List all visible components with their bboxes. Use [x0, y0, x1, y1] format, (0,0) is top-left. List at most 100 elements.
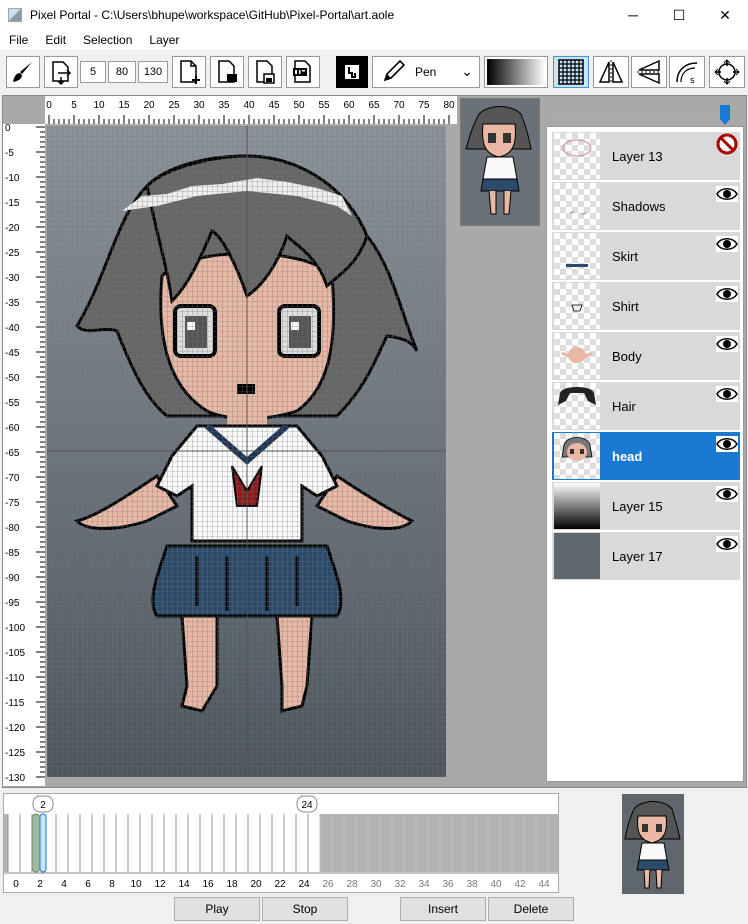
delete-frame-button[interactable]: Delete — [488, 897, 574, 921]
layer-name: Layer 17 — [612, 549, 663, 564]
layer-opacity-slider[interactable] — [556, 104, 736, 126]
frame-label: 0 — [13, 879, 19, 890]
mirror-vertical-button[interactable] — [593, 56, 629, 88]
menu-file[interactable]: File — [0, 33, 36, 47]
ruler-v-label: -95 — [5, 598, 20, 609]
canvas-height-input[interactable]: 130 — [138, 61, 168, 83]
eye-icon[interactable] — [716, 334, 738, 354]
ruler-h-label: 50 — [293, 100, 305, 111]
ruler-v-label: -85 — [5, 548, 20, 559]
keyframe-marker[interactable] — [31, 813, 41, 873]
frame-label: 10 — [130, 879, 142, 890]
center-button[interactable] — [709, 56, 745, 88]
layer-row[interactable]: Shadows — [552, 182, 740, 230]
save-icon — [256, 60, 275, 84]
stop-button[interactable]: Stop — [262, 897, 348, 921]
frame-label: 2 — [37, 879, 43, 890]
layer-thumbnail — [554, 333, 600, 379]
ruler-v-label: -20 — [5, 223, 20, 234]
frame-label: 6 — [85, 879, 91, 890]
ruler-v-label: -55 — [5, 398, 20, 409]
menu-layer[interactable]: Layer — [140, 33, 187, 47]
close-button[interactable]: ✕ — [702, 0, 748, 30]
eye-icon[interactable] — [716, 434, 738, 454]
layer-name: Layer 15 — [612, 499, 663, 514]
ruler-v-label: -70 — [5, 473, 20, 484]
layer-row[interactable]: Hair — [552, 382, 740, 430]
canvas-width-input[interactable]: 80 — [108, 61, 136, 83]
minimize-button[interactable]: ─ — [610, 0, 656, 30]
frame-label: 12 — [154, 879, 166, 890]
layer-row[interactable]: Layer 17 — [552, 532, 740, 580]
open-file-button[interactable] — [210, 56, 244, 88]
frame-label: 24 — [298, 879, 310, 890]
brush-size-input[interactable]: 5 — [80, 61, 106, 83]
frame-label: 38 — [466, 879, 478, 890]
frame-label: 44 — [538, 879, 550, 890]
brush-tool-button[interactable] — [6, 56, 40, 88]
eye-icon[interactable] — [716, 484, 738, 504]
current-frame-marker[interactable]: 2 — [32, 795, 54, 813]
layer-row[interactable]: Body — [552, 332, 740, 380]
ruler-v-label: -35 — [5, 298, 20, 309]
ruler-v-label: -125 — [5, 748, 25, 759]
eye-icon[interactable] — [716, 234, 738, 254]
ruler-v-label: -30 — [5, 273, 20, 284]
end-frame-marker[interactable]: 24 — [296, 795, 318, 813]
ruler-v-label: -50 — [5, 373, 20, 384]
drawing-canvas[interactable] — [47, 126, 446, 777]
hidden-icon[interactable] — [716, 133, 738, 155]
layer-row[interactable]: head — [552, 432, 740, 480]
ruler-v-label: 0 — [5, 124, 11, 134]
ruler-v-label: -130 — [5, 773, 25, 784]
grid-icon — [558, 59, 584, 85]
resize-canvas-button[interactable] — [44, 56, 78, 88]
layer-name: Shirt — [612, 299, 639, 314]
timeline-panel: 2 24 0 2 4 6 8 10 12 14 16 18 20 22 24 26 28 30 32 34 36 38 40… — [3, 793, 559, 893]
rotate-button[interactable]: s — [669, 56, 705, 88]
grid-toggle-button[interactable] — [553, 56, 589, 88]
play-button[interactable]: Play — [174, 897, 260, 921]
layer-row[interactable]: Layer 15 — [552, 482, 740, 530]
ruler-v-label: -80 — [5, 523, 20, 534]
menu-edit[interactable]: Edit — [36, 33, 74, 47]
layer-row[interactable]: Shirt — [552, 282, 740, 330]
layer-name: Hair — [612, 399, 636, 414]
ruler-h-label: 5 — [71, 100, 77, 111]
ruler-h-label: 20 — [143, 100, 155, 111]
slider-track — [558, 114, 734, 116]
insert-frame-button[interactable]: Insert — [400, 897, 486, 921]
export-gif-button[interactable] — [286, 56, 320, 88]
window-title: Pixel Portal - C:\Users\bhupe\workspace\… — [30, 8, 395, 22]
layer-thumbnail — [554, 433, 600, 479]
ruler-v-label: -115 — [5, 698, 25, 709]
eye-icon[interactable] — [716, 284, 738, 304]
title-bar: Pixel Portal - C:\Users\bhupe\workspace\… — [0, 0, 748, 30]
eye-icon[interactable] — [716, 534, 738, 554]
frame-label: 4 — [61, 879, 67, 890]
ruler-v-label: -15 — [5, 198, 20, 209]
ruler-v-label: -105 — [5, 648, 25, 659]
mirror-horizontal-button[interactable] — [631, 56, 667, 88]
frame-label: 30 — [370, 879, 382, 890]
rotate-icon: s — [676, 62, 698, 86]
layer-row[interactable]: Layer 13 — [552, 132, 740, 180]
layers-panel: Layer 13 Shadows Skirt Shirt Body Hair head Lay… — [546, 126, 744, 782]
work-area: 0 5 10 15 20 25 30 35 40 45 50 55 60 65 70 75 80 0 -5 -10 -… — [2, 95, 747, 788]
frame-label: 8 — [109, 879, 115, 890]
save-file-button[interactable] — [248, 56, 282, 88]
eye-icon[interactable] — [716, 384, 738, 404]
maximize-button[interactable]: ☐ — [656, 0, 702, 30]
slider-thumb[interactable] — [720, 105, 730, 125]
frame-label: 14 — [178, 879, 190, 890]
tool-selector[interactable]: Pen ⌄ — [372, 56, 480, 88]
new-file-button[interactable] — [172, 56, 206, 88]
layer-row[interactable]: Skirt — [552, 232, 740, 280]
gradient-button[interactable] — [484, 56, 548, 88]
primary-color-swatch[interactable] — [336, 56, 368, 88]
menu-selection[interactable]: Selection — [74, 33, 140, 47]
ruler-h-label: 70 — [393, 100, 405, 111]
eye-icon[interactable] — [716, 184, 738, 204]
ruler-v-label: -25 — [5, 248, 20, 259]
current-frame-indicator[interactable] — [39, 813, 47, 873]
